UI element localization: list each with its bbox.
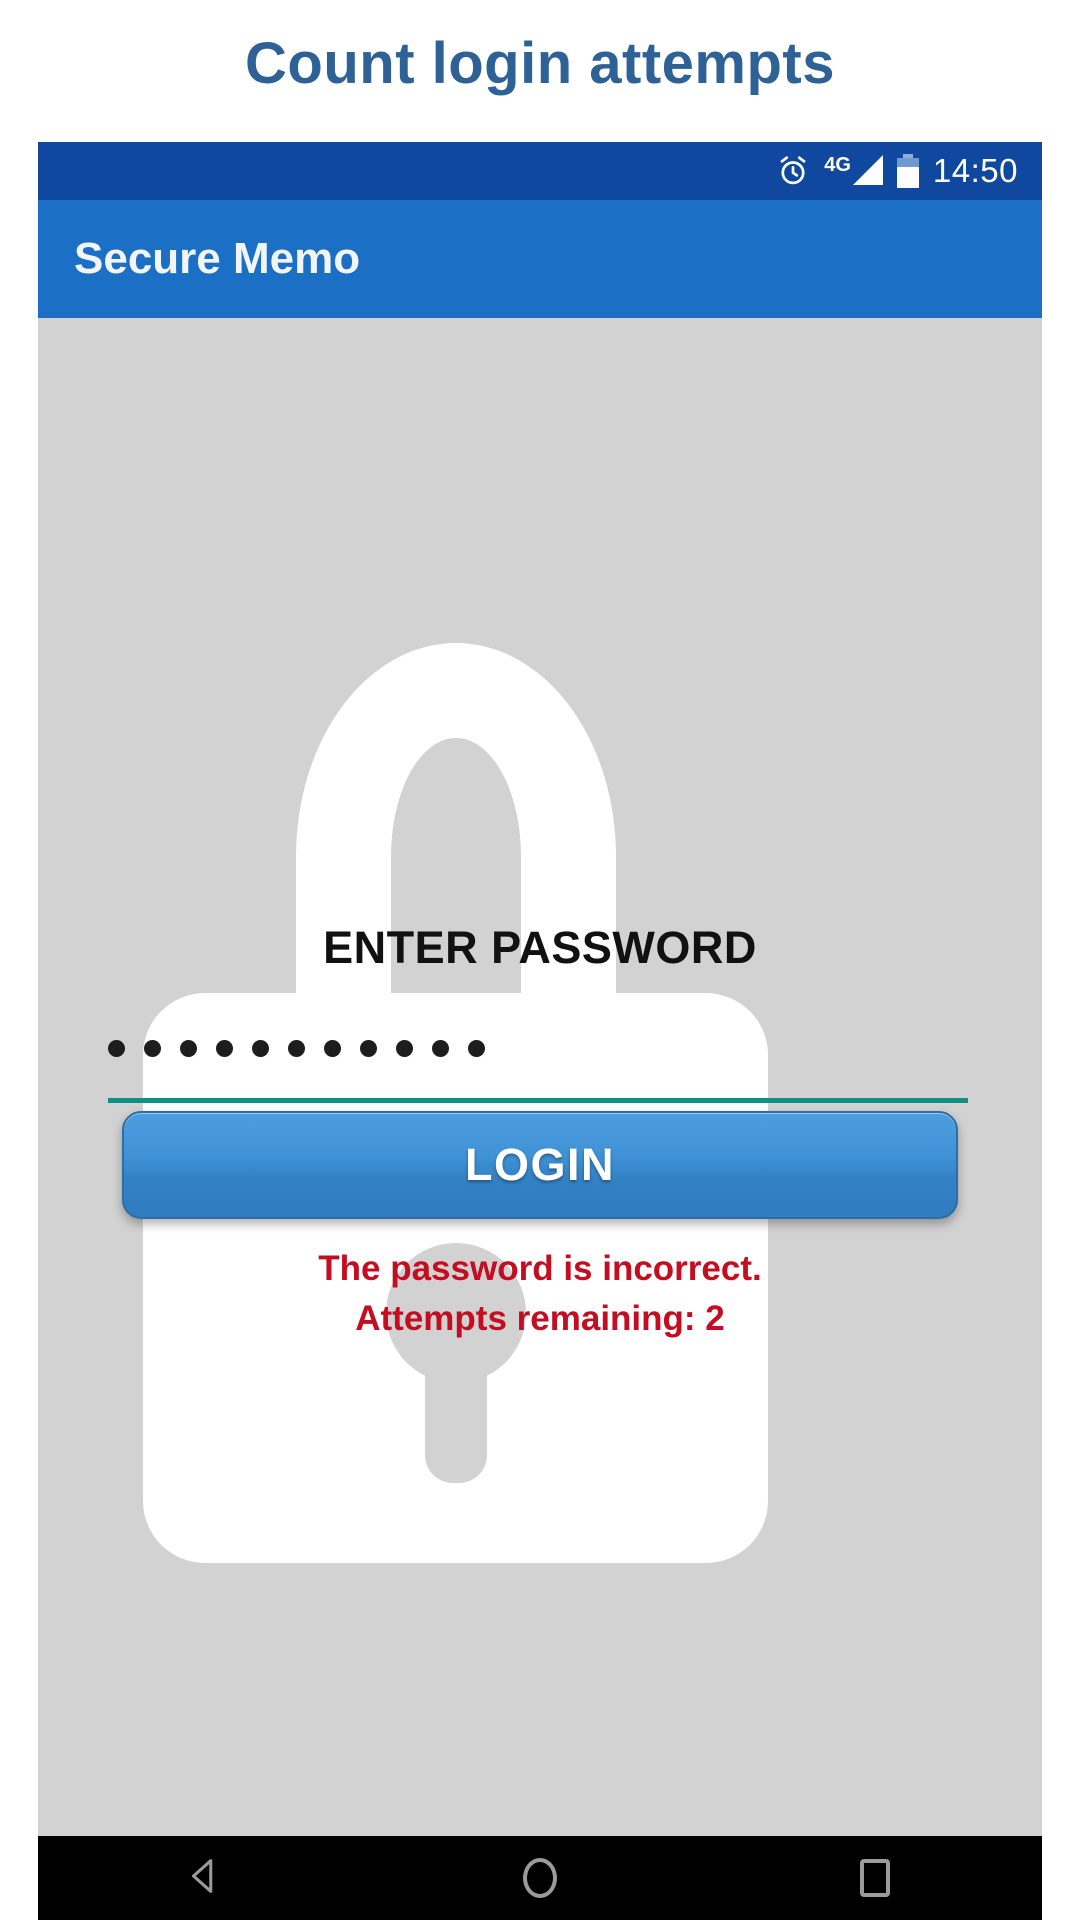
login-button[interactable]: LOGIN [122,1111,958,1219]
error-message-line1: The password is incorrect. [318,1249,762,1288]
home-circle-icon [522,1858,557,1898]
network-type-label: 4G [824,154,851,176]
password-input-underline [108,1098,968,1103]
battery-icon [896,154,919,188]
password-input[interactable] [108,1008,968,1113]
status-bar: 4G 14:50 [38,142,1042,200]
screenshot-root: Count login attempts 4G 14:50 Secure Mem… [0,0,1080,1920]
padlock-keyhole-stem [425,1323,487,1483]
app-bar-title: Secure Memo [74,234,361,283]
nav-recents-button[interactable] [775,1859,975,1897]
android-nav-bar [38,1836,1042,1920]
page-title: Count login attempts [245,31,835,96]
nav-home-button[interactable] [440,1858,640,1898]
error-message: The password is incorrect. Attempts rema… [38,1244,1042,1344]
nav-back-button[interactable] [105,1853,305,1904]
password-masked-dots [108,1018,485,1078]
app-bar: Secure Memo [38,200,1042,318]
alarm-icon [776,154,810,188]
login-button-label: LOGIN [465,1139,615,1190]
recents-square-icon [859,1859,890,1897]
login-screen-content: ENTER PASSWORD LOGIN The password is inc… [38,318,1042,1836]
error-message-line2: Attempts remaining: 2 [355,1299,725,1338]
phone-screen: 4G 14:50 Secure Memo ENTER PASSWORD LOGI… [38,142,1042,1920]
signal-triangle-icon [852,155,883,185]
status-bar-clock: 14:50 [932,152,1018,189]
status-bar-icons: 4G 14:50 [776,142,1018,200]
enter-password-label: ENTER PASSWORD [323,922,757,973]
signal-bars-icon: 4G [824,155,883,187]
back-triangle-icon [182,1853,228,1904]
